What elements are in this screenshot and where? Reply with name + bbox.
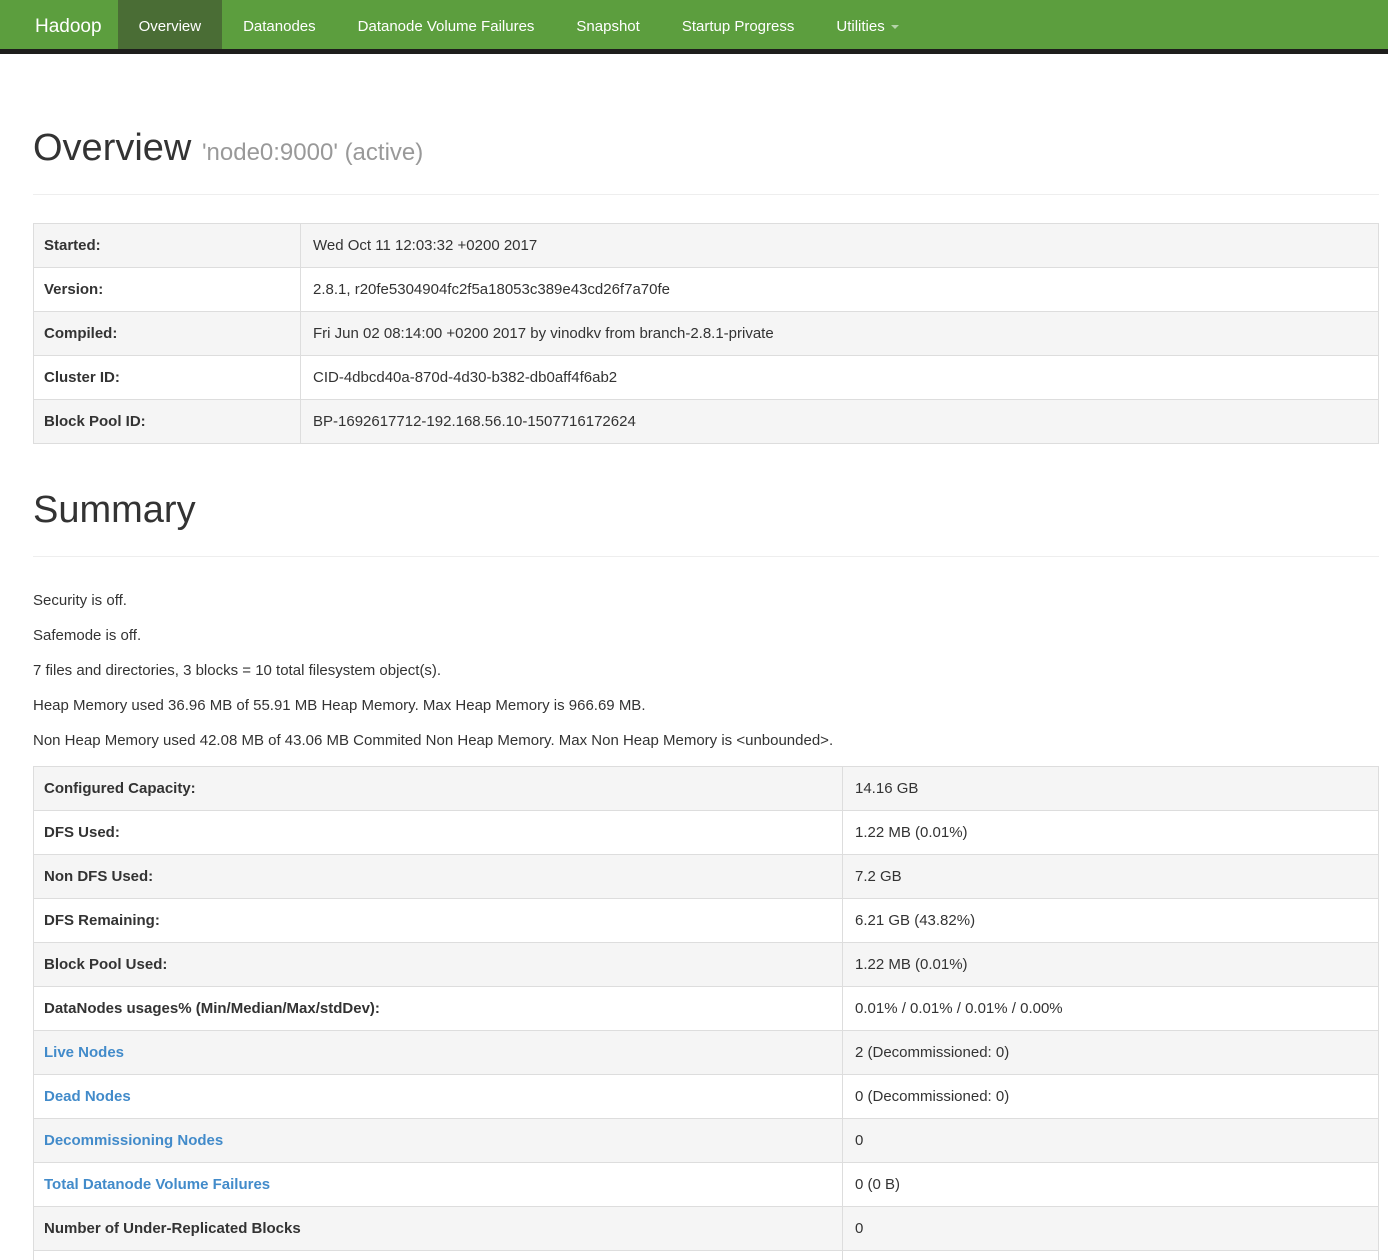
row-label: DFS Used: xyxy=(34,810,843,854)
table-row: Live Nodes 2 (Decommissioned: 0) xyxy=(34,1030,1379,1074)
table-row: Configured Capacity:14.16 GB xyxy=(34,766,1379,810)
row-value: Wed Oct 11 12:03:32 +0200 2017 xyxy=(301,223,1379,267)
nav-item-label: Datanodes xyxy=(243,18,316,35)
table-row: Block Pool ID:BP-1692617712-192.168.56.1… xyxy=(34,399,1379,443)
summary-table: Configured Capacity:14.16 GBDFS Used:1.2… xyxy=(33,766,1379,1260)
overview-table-body: Started:Wed Oct 11 12:03:32 +0200 2017Ve… xyxy=(34,223,1379,443)
summary-paragraph: Non Heap Memory used 42.08 MB of 43.06 M… xyxy=(33,731,1379,751)
overview-header: Overview 'node0:9000' (active) xyxy=(33,128,1379,195)
row-link-total-datanode-volume-failures[interactable]: Total Datanode Volume Failures xyxy=(44,1176,270,1193)
table-row: Number of Under-Replicated Blocks0 xyxy=(34,1206,1379,1250)
row-value: 0 xyxy=(843,1118,1379,1162)
table-row: Cluster ID:CID-4dbcd40a-870d-4d30-b382-d… xyxy=(34,355,1379,399)
table-row: Dead Nodes 0 (Decommissioned: 0) xyxy=(34,1074,1379,1118)
row-value: Fri Jun 02 08:14:00 +0200 2017 by vinodk… xyxy=(301,311,1379,355)
row-label: Dead Nodes xyxy=(34,1074,843,1118)
navbar-brand[interactable]: Hadoop xyxy=(0,0,118,49)
row-label: Version: xyxy=(34,267,301,311)
nav-item-label: Datanode Volume Failures xyxy=(358,18,535,35)
main-content: Overview 'node0:9000' (active) Started:W… xyxy=(33,128,1379,1260)
nav-item-label: Snapshot xyxy=(576,18,639,35)
row-value: 0.01% / 0.01% / 0.01% / 0.00% xyxy=(843,986,1379,1030)
row-link-live-nodes[interactable]: Live Nodes xyxy=(44,1044,124,1061)
page-title-text: Overview xyxy=(33,127,191,169)
summary-paragraph: Safemode is off. xyxy=(33,626,1379,646)
row-label: DataNodes usages% (Min/Median/Max/stdDev… xyxy=(34,986,843,1030)
row-value: 1.22 MB (0.01%) xyxy=(843,942,1379,986)
row-label: Cluster ID: xyxy=(34,355,301,399)
nav-item-label: Overview xyxy=(139,18,202,35)
navbar-items: Overview Datanodes Datanode Volume Failure… xyxy=(118,0,920,49)
row-label: DFS Remaining: xyxy=(34,898,843,942)
nav-item-overview[interactable]: Overview xyxy=(118,0,223,49)
summary-paragraphs: Security is off. Safemode is off. 7 files … xyxy=(33,591,1379,751)
row-value: 14.16 GB xyxy=(843,766,1379,810)
nav-item-label: Utilities xyxy=(836,18,884,35)
summary-paragraph: Heap Memory used 36.96 MB of 55.91 MB He… xyxy=(33,696,1379,716)
table-row: Compiled:Fri Jun 02 08:14:00 +0200 2017 … xyxy=(34,311,1379,355)
row-link-dead-nodes[interactable]: Dead Nodes xyxy=(44,1088,131,1105)
nav-item-startup-progress[interactable]: Startup Progress xyxy=(661,0,816,49)
row-label: Configured Capacity: xyxy=(34,766,843,810)
page-title: Overview 'node0:9000' (active) xyxy=(33,128,1379,170)
row-label: Compiled: xyxy=(34,311,301,355)
table-row: DFS Remaining:6.21 GB (43.82%) xyxy=(34,898,1379,942)
row-label: Number of Blocks Pending Deletion xyxy=(34,1250,843,1260)
table-row: DataNodes usages% (Min/Median/Max/stdDev… xyxy=(34,986,1379,1030)
row-value: CID-4dbcd40a-870d-4d30-b382-db0aff4f6ab2 xyxy=(301,355,1379,399)
summary-paragraph: Security is off. xyxy=(33,591,1379,611)
row-label: Started: xyxy=(34,223,301,267)
row-value: 0 xyxy=(843,1250,1379,1260)
row-label: Non DFS Used: xyxy=(34,854,843,898)
nav-item-utilities[interactable]: Utilities xyxy=(815,0,919,49)
table-row: Version:2.8.1, r20fe5304904fc2f5a18053c3… xyxy=(34,267,1379,311)
row-value: 1.22 MB (0.01%) xyxy=(843,810,1379,854)
summary-table-body: Configured Capacity:14.16 GBDFS Used:1.2… xyxy=(34,766,1379,1260)
row-label: Block Pool ID: xyxy=(34,399,301,443)
nav-item-snapshot[interactable]: Snapshot xyxy=(555,0,660,49)
summary-header: Summary xyxy=(33,490,1379,557)
table-row: Block Pool Used:1.22 MB (0.01%) xyxy=(34,942,1379,986)
row-value: 2.8.1, r20fe5304904fc2f5a18053c389e43cd2… xyxy=(301,267,1379,311)
row-label: Decommissioning Nodes xyxy=(34,1118,843,1162)
summary-title: Summary xyxy=(33,490,1379,532)
row-value: 0 xyxy=(843,1206,1379,1250)
row-value: 6.21 GB (43.82%) xyxy=(843,898,1379,942)
row-value: 2 (Decommissioned: 0) xyxy=(843,1030,1379,1074)
page-subtitle: 'node0:9000' (active) xyxy=(202,139,423,166)
row-value: 7.2 GB xyxy=(843,854,1379,898)
nav-item-datanode-volume-failures[interactable]: Datanode Volume Failures xyxy=(337,0,556,49)
row-label: Live Nodes xyxy=(34,1030,843,1074)
row-link-decommissioning-nodes[interactable]: Decommissioning Nodes xyxy=(44,1132,223,1149)
row-label: Total Datanode Volume Failures xyxy=(34,1162,843,1206)
row-value: 0 (0 B) xyxy=(843,1162,1379,1206)
caret-down-icon xyxy=(891,25,899,29)
nav-item-label: Startup Progress xyxy=(682,18,795,35)
navbar: Hadoop Overview Datanodes Datanode Volume … xyxy=(0,0,1388,54)
nav-item-datanodes[interactable]: Datanodes xyxy=(222,0,337,49)
summary-paragraph: 7 files and directories, 3 blocks = 10 t… xyxy=(33,661,1379,681)
row-label: Block Pool Used: xyxy=(34,942,843,986)
table-row: Decommissioning Nodes 0 xyxy=(34,1118,1379,1162)
table-row: Started:Wed Oct 11 12:03:32 +0200 2017 xyxy=(34,223,1379,267)
table-row: Non DFS Used:7.2 GB xyxy=(34,854,1379,898)
table-row: Total Datanode Volume Failures 0 (0 B) xyxy=(34,1162,1379,1206)
row-value: BP-1692617712-192.168.56.10-150771617262… xyxy=(301,399,1379,443)
row-label: Number of Under-Replicated Blocks xyxy=(34,1206,843,1250)
row-value: 0 (Decommissioned: 0) xyxy=(843,1074,1379,1118)
table-row: DFS Used:1.22 MB (0.01%) xyxy=(34,810,1379,854)
overview-table: Started:Wed Oct 11 12:03:32 +0200 2017Ve… xyxy=(33,223,1379,444)
table-row: Number of Blocks Pending Deletion0 xyxy=(34,1250,1379,1260)
